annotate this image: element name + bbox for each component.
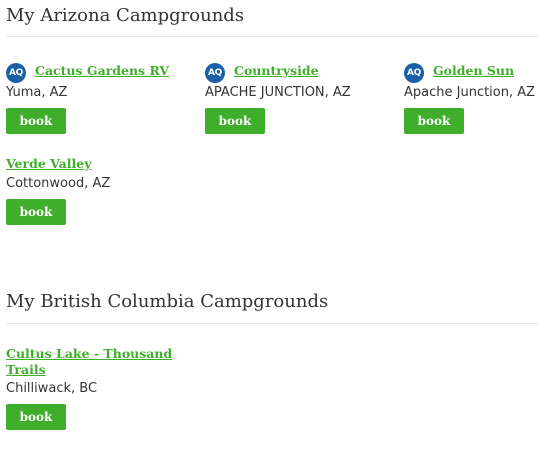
book-button[interactable]: book [6, 199, 66, 225]
campground-card: AQ Golden Sun Apache Junction, AZ book [404, 63, 538, 134]
aq-badge-icon: AQ [6, 63, 26, 83]
campground-name-link[interactable]: Cactus Gardens RV [35, 63, 169, 79]
campground-name-link[interactable]: Verde Valley [6, 156, 186, 172]
campground-name-link[interactable]: Countryside [234, 63, 319, 79]
campground-location: Yuma, AZ [6, 85, 68, 100]
campground-card: AQ Cactus Gardens RV Yuma, AZ book [6, 63, 186, 134]
campground-location: Chilliwack, BC [6, 381, 98, 396]
section-title-british-columbia: My British Columbia Campgrounds [6, 291, 329, 312]
campground-name-link[interactable]: Golden Sun [433, 63, 514, 79]
aq-badge-icon: AQ [404, 63, 424, 83]
campground-name-link[interactable]: Cultus Lake - Thousand Trails [6, 346, 178, 378]
section-title-arizona: My Arizona Campgrounds [6, 5, 245, 26]
campground-card: Cultus Lake - Thousand Trails Chilliwack… [6, 346, 178, 430]
campground-location: Cottonwood, AZ [6, 176, 111, 191]
book-button[interactable]: book [6, 108, 66, 134]
aq-badge-icon: AQ [205, 63, 225, 83]
campground-card: AQ Countryside APACHE JUNCTION, AZ book [205, 63, 385, 134]
book-button[interactable]: book [6, 404, 66, 430]
campground-location: Apache Junction, AZ [404, 85, 536, 100]
section-divider [6, 323, 538, 324]
campground-location: APACHE JUNCTION, AZ [205, 85, 351, 100]
campground-name-row: AQ Countryside [205, 63, 385, 83]
campground-card: Verde Valley Cottonwood, AZ book [6, 156, 186, 225]
campground-name-row: AQ Cactus Gardens RV [6, 63, 186, 83]
book-button[interactable]: book [205, 108, 265, 134]
campground-name-row: AQ Golden Sun [404, 63, 538, 83]
book-button[interactable]: book [404, 108, 464, 134]
section-divider [6, 36, 538, 37]
